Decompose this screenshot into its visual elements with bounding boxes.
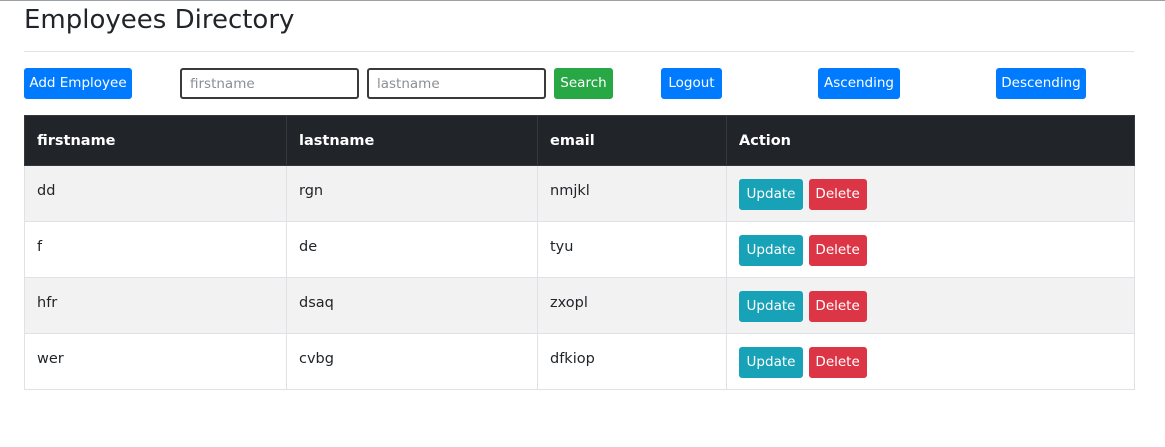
header-email[interactable]: email	[537, 115, 727, 166]
title-divider	[24, 51, 1134, 52]
cell-action: Update Delete	[726, 277, 1135, 334]
table-row: f de tyu Update Delete	[24, 221, 1135, 278]
search-button[interactable]: Search	[554, 68, 613, 99]
header-lastname[interactable]: lastname	[286, 115, 538, 166]
update-button[interactable]: Update	[739, 235, 803, 266]
cell-lastname: cvbg	[286, 333, 538, 390]
sort-ascending-button[interactable]: Ascending	[818, 68, 900, 99]
firstname-value: wer	[37, 351, 64, 367]
cell-action: Update Delete	[726, 165, 1135, 222]
logout-button[interactable]: Logout	[661, 68, 722, 99]
firstname-value: dd	[37, 183, 56, 199]
table-row: wer cvbg dfkiop Update Delete	[24, 333, 1135, 390]
lastname-value: de	[299, 239, 318, 255]
lastname-input[interactable]	[367, 68, 546, 99]
table-header-row: firstname lastname email Action	[24, 115, 1135, 166]
email-value: dfkiop	[550, 351, 595, 367]
window-top-border	[0, 0, 1165, 1]
firstname-value: f	[37, 239, 43, 255]
cell-email: zxopl	[537, 277, 727, 334]
cell-lastname: rgn	[286, 165, 538, 222]
delete-button[interactable]: Delete	[808, 235, 867, 266]
cell-firstname: hfr	[24, 277, 287, 334]
firstname-value: hfr	[37, 295, 58, 311]
cell-firstname: dd	[24, 165, 287, 222]
email-value: zxopl	[550, 295, 588, 311]
page-title: Employees Directory	[24, 5, 295, 35]
table-row: dd rgn nmjkl Update Delete	[24, 165, 1135, 222]
cell-action: Update Delete	[726, 221, 1135, 278]
update-button[interactable]: Update	[739, 291, 803, 322]
cell-lastname: dsaq	[286, 277, 538, 334]
cell-email: nmjkl	[537, 165, 727, 222]
email-value: nmjkl	[550, 183, 590, 199]
table-row: hfr dsaq zxopl Update Delete	[24, 277, 1135, 334]
employees-table: firstname lastname email Action dd rgn n…	[24, 115, 1135, 390]
cell-firstname: wer	[24, 333, 287, 390]
delete-button[interactable]: Delete	[808, 291, 867, 322]
lastname-value: cvbg	[299, 351, 334, 367]
delete-button[interactable]: Delete	[808, 347, 867, 378]
firstname-input[interactable]	[180, 68, 359, 99]
update-button[interactable]: Update	[739, 347, 803, 378]
cell-action: Update Delete	[726, 333, 1135, 390]
lastname-value: rgn	[299, 183, 324, 199]
cell-lastname: de	[286, 221, 538, 278]
delete-button[interactable]: Delete	[808, 179, 867, 210]
cell-email: dfkiop	[537, 333, 727, 390]
header-firstname[interactable]: firstname	[24, 115, 287, 166]
email-value: tyu	[550, 239, 574, 255]
update-button[interactable]: Update	[739, 179, 803, 210]
cell-email: tyu	[537, 221, 727, 278]
lastname-value: dsaq	[299, 295, 334, 311]
header-action: Action	[726, 115, 1135, 166]
cell-firstname: f	[24, 221, 287, 278]
add-employee-button[interactable]: Add Employee	[24, 68, 132, 99]
sort-descending-button[interactable]: Descending	[996, 68, 1086, 99]
